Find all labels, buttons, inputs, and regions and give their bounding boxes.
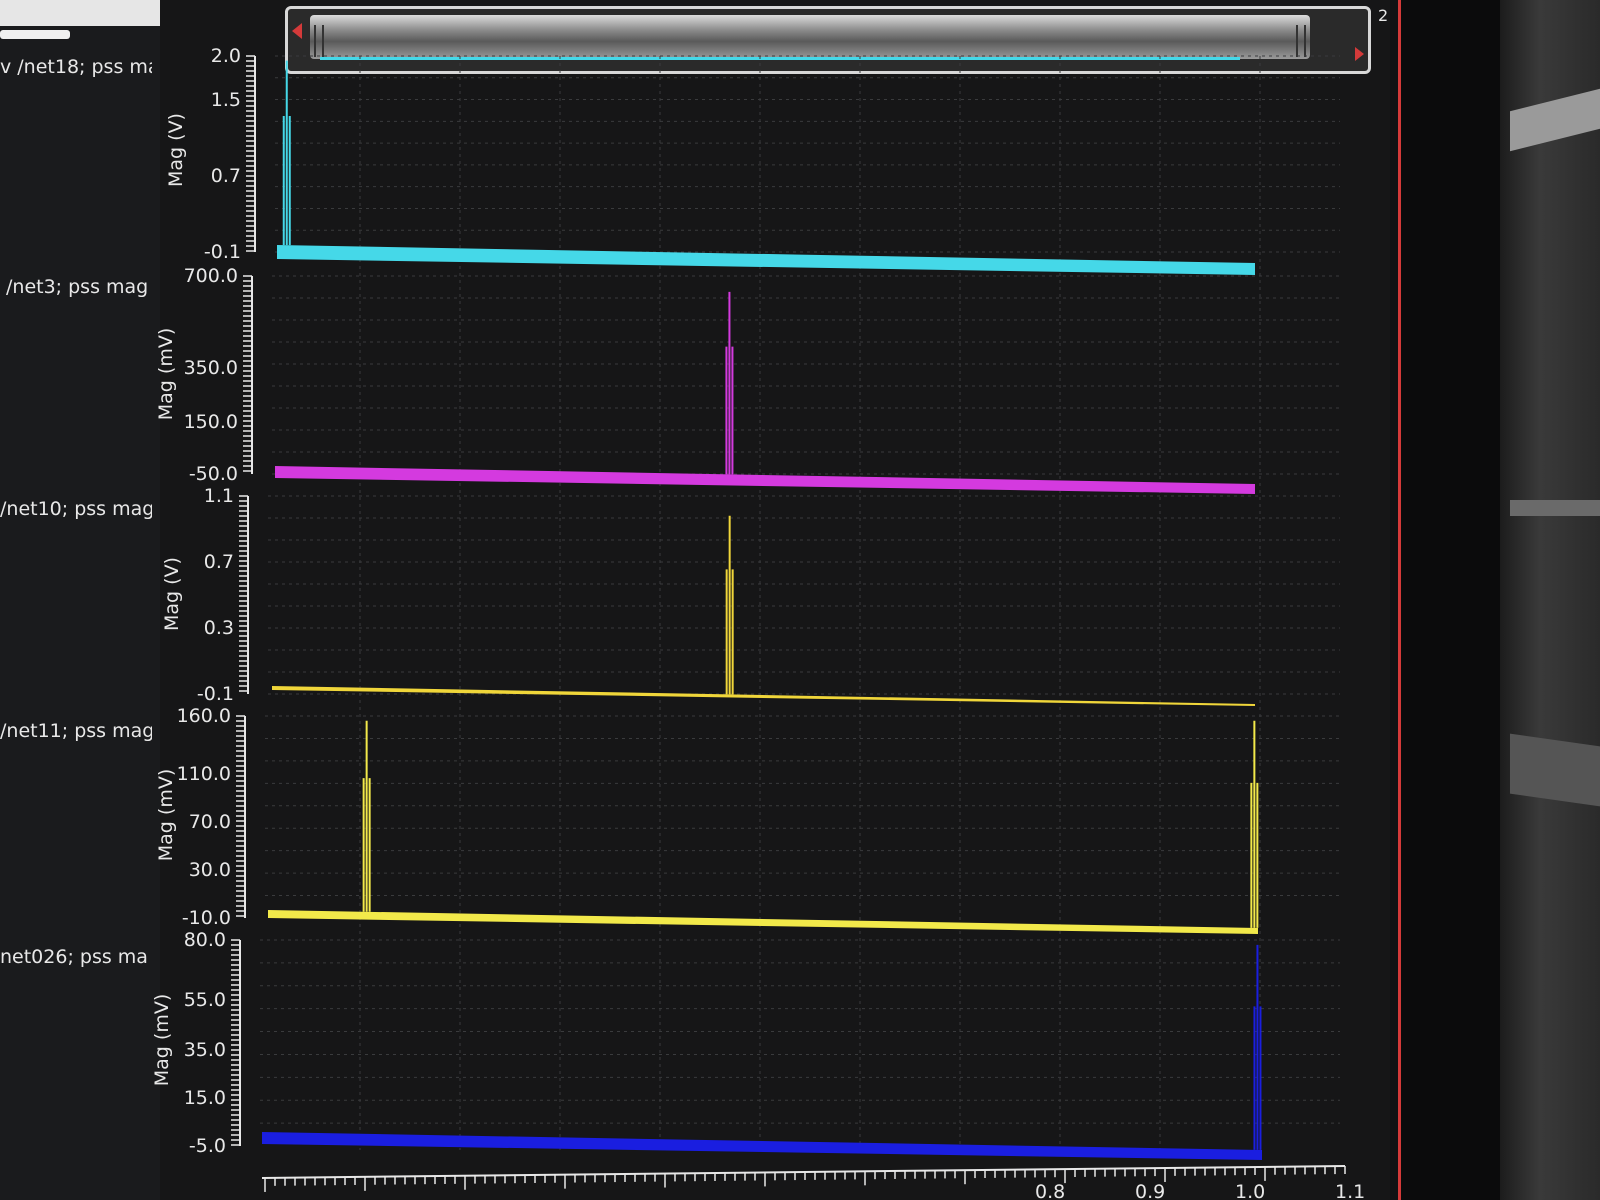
x-tick-label: 0.9 [1135,1181,1165,1200]
y-tick-label: -5.0 [189,1135,226,1157]
trace-baseline-band [262,1132,1262,1160]
x-tick-label: 0.8 [1035,1181,1065,1200]
y-tick-label: 0.7 [211,165,241,187]
y-tick-label: -0.1 [197,683,234,705]
x-tick-label: 1.0 [1235,1181,1265,1200]
y-tick-label: 350.0 [184,357,238,379]
y-axis-label: Mag (mV) [155,769,177,861]
x-tick-label: 1.1 [1335,1181,1365,1200]
y-tick-label: -0.1 [204,241,241,263]
trace-baseline-band [268,910,1258,934]
y-tick-label: 150.0 [184,411,238,433]
y-axis-label: Mag (V) [161,557,183,631]
y-axis-label: Mag (V) [165,113,187,187]
y-tick-label: -50.0 [189,463,238,485]
y-tick-label: 1.1 [204,485,234,507]
trace-baseline-band [277,245,1255,275]
y-tick-label: 700.0 [184,265,238,287]
y-tick-label: 0.7 [204,551,234,573]
y-tick-label: 2.0 [211,45,241,67]
y-tick-label: 110.0 [177,763,231,785]
y-tick-label: 0.3 [204,617,234,639]
y-tick-label: 1.5 [211,89,241,111]
y-tick-label: 55.0 [184,989,226,1011]
y-tick-label: 30.0 [189,859,231,881]
monitor-bezel [1500,0,1600,1200]
y-tick-label: -10.0 [182,907,231,929]
y-tick-label: 35.0 [184,1039,226,1061]
y-axis-label: Mag (mV) [151,994,173,1086]
y-tick-label: 80.0 [184,929,226,951]
y-tick-label: 70.0 [189,811,231,833]
trace-baseline-band [275,466,1255,494]
waveform-strips: 2.0 1.5 0.7 -0.1 Mag (V) 700.0 350.0 150.0 -50.0… [151,45,1365,1200]
trace-baseline-band [272,686,1255,706]
y-tick-label: 160.0 [177,705,231,727]
y-tick-label: 15.0 [184,1087,226,1109]
y-axis-label: Mag (mV) [155,328,177,420]
window-border [1401,0,1501,1200]
